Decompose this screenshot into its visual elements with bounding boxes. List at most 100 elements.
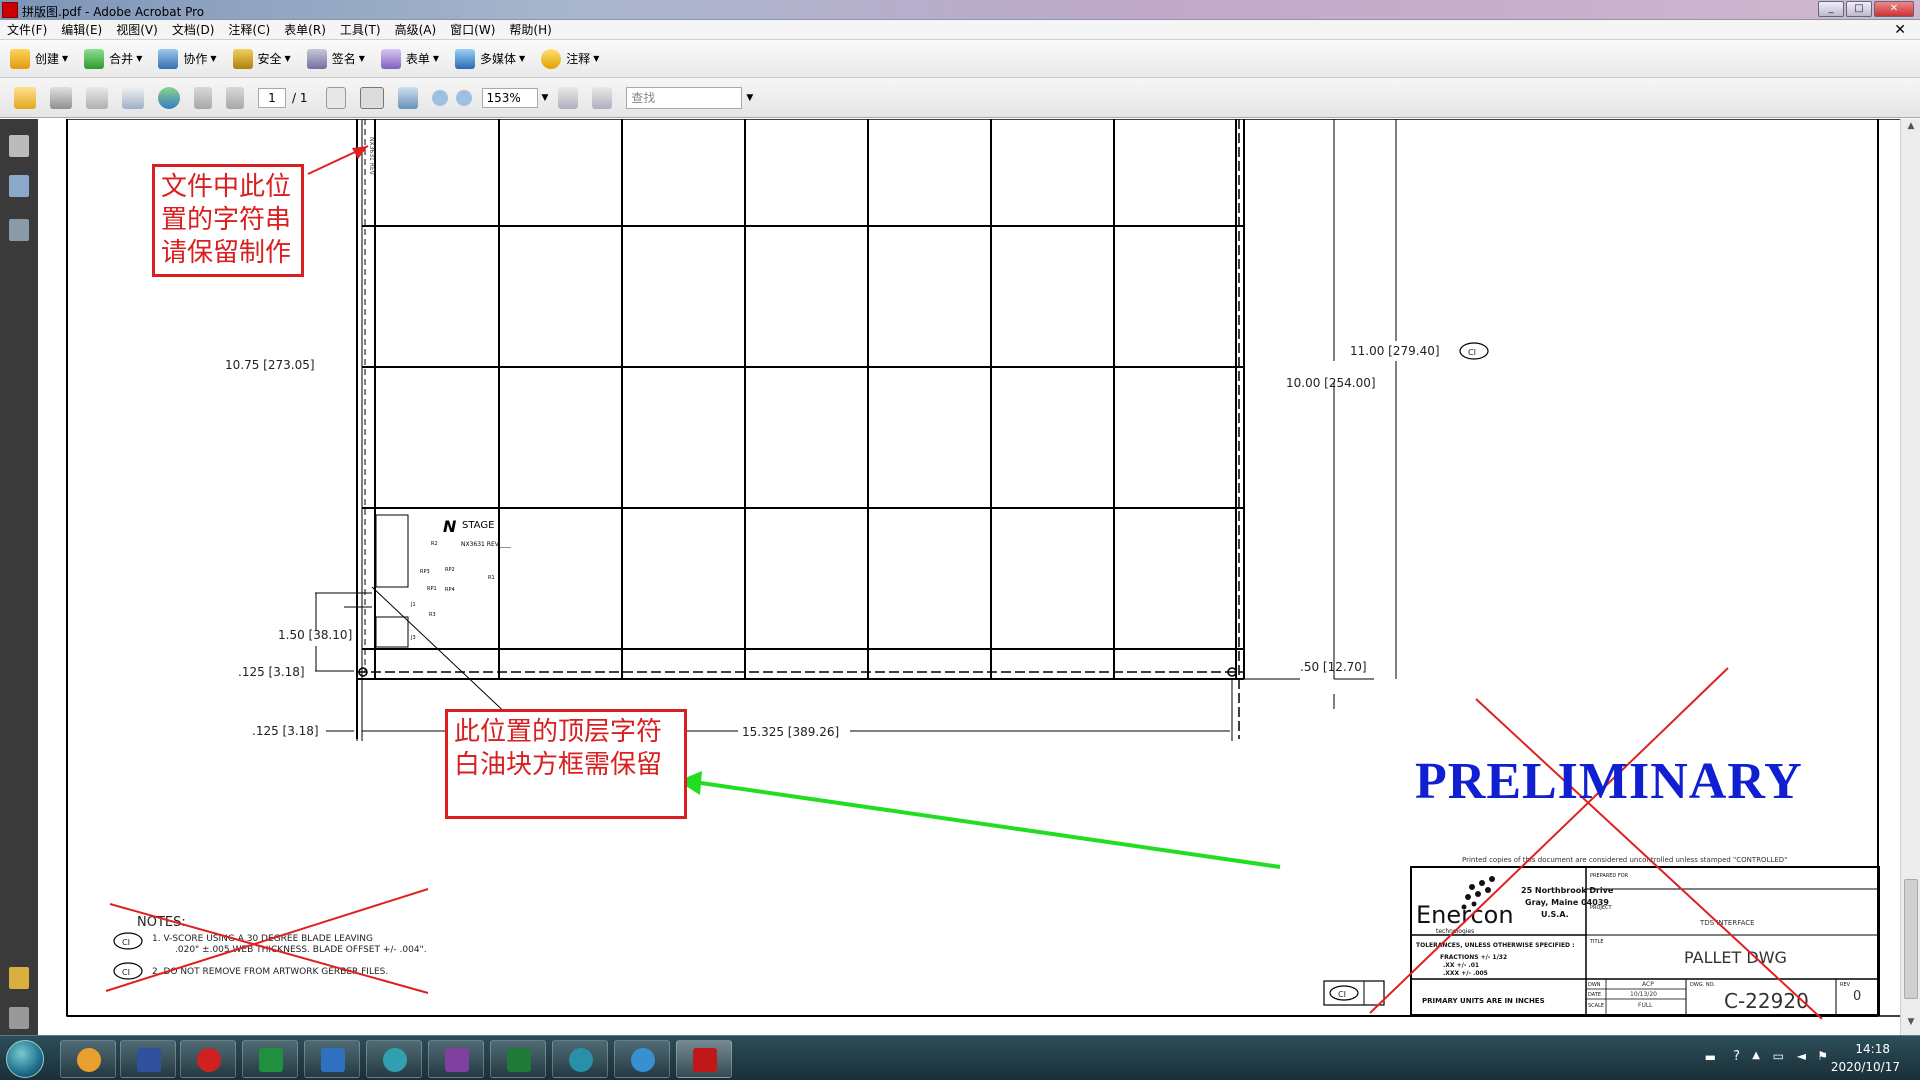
dim-125-b: .125 [3.18] <box>252 724 319 738</box>
previous-page-icon[interactable] <box>194 86 212 109</box>
comment-icon <box>541 48 562 69</box>
page-number-input[interactable]: 1 <box>258 87 286 108</box>
dim-width: 15.325 [389.26] <box>742 725 839 739</box>
hand-tool-icon[interactable] <box>359 86 384 109</box>
zoom-out-icon[interactable] <box>431 89 448 106</box>
fit-width-icon[interactable] <box>592 86 613 109</box>
tasks-toolbar: 创建 ▼ 合并 ▼ 协作 ▼ 安全 ▼ 签名 ▼ 表单 ▼ 多媒体 ▼ 注释 ▼ <box>0 40 1920 78</box>
globe-icon[interactable] <box>158 86 180 109</box>
document-close-icon[interactable]: ✕ <box>1894 22 1906 38</box>
menu-comments[interactable]: 注释(C) <box>221 21 277 38</box>
scroll-thumb[interactable] <box>1904 879 1918 999</box>
menu-window[interactable]: 窗口(W) <box>443 21 502 38</box>
menu-bar: 文件(F) 编辑(E) 视图(V) 文档(D) 注释(C) 表单(R) 工具(T… <box>0 20 1920 40</box>
task-bird-app[interactable] <box>614 1040 670 1078</box>
combine-button[interactable]: 合并 ▼ <box>84 45 142 73</box>
task-save-app[interactable] <box>120 1040 176 1078</box>
dim-right-outer-ci: CI <box>1468 348 1476 357</box>
comments-panel-icon[interactable] <box>9 967 29 989</box>
annotation-bottom: 此位置的顶层字符 白油块方框需保留 <box>445 709 687 819</box>
collaborate-button[interactable]: 协作 ▼ <box>158 45 217 73</box>
start-button[interactable] <box>6 1040 44 1078</box>
menu-file[interactable]: 文件(F) <box>0 21 54 38</box>
task-x-app[interactable] <box>428 1040 484 1078</box>
zoom-in-icon[interactable] <box>455 89 472 106</box>
menu-advanced[interactable]: 高级(A) <box>388 21 444 38</box>
lock-icon <box>232 48 253 69</box>
menu-edit[interactable]: 编辑(E) <box>54 21 109 38</box>
note1-line2: .020" ±.005 WEB THICKNESS. BLADE OFFSET … <box>175 945 427 955</box>
menu-view[interactable]: 视图(V) <box>109 21 165 38</box>
open-folder-icon[interactable] <box>14 86 36 109</box>
task-shell-app[interactable] <box>60 1040 116 1078</box>
forms-button[interactable]: 表单 ▼ <box>380 45 439 73</box>
svg-text:R2: R2 <box>431 541 438 547</box>
address-line3: U.S.A. <box>1541 910 1569 919</box>
tray-expand-icon[interactable]: ▲ <box>1752 1050 1760 1061</box>
find-dropdown-icon[interactable]: ▼ <box>746 93 753 103</box>
select-tool-icon[interactable] <box>325 86 346 109</box>
task-eye2-app[interactable] <box>552 1040 608 1078</box>
next-page-icon[interactable] <box>226 86 244 109</box>
scroll-up-icon[interactable]: ▲ <box>1904 121 1918 135</box>
annotation-top-line3: 请保留制作 <box>161 238 292 268</box>
tol-xxx: .XXX +/- .005 <box>1443 970 1488 977</box>
dwg-no-label: DWG. NO. <box>1690 982 1715 988</box>
secure-button[interactable]: 安全 ▼ <box>232 45 291 73</box>
signatures-panel-icon[interactable] <box>9 219 29 241</box>
fit-page-icon[interactable] <box>558 86 579 109</box>
navigation-toolbar: 1 / 1 153% ▼ 查找 ▼ <box>0 78 1920 118</box>
task-eye-app[interactable] <box>366 1040 422 1078</box>
multimedia-button[interactable]: 多媒体 ▼ <box>455 45 525 73</box>
menu-document[interactable]: 文档(D) <box>165 21 222 38</box>
sign-button[interactable]: 签名 ▼ <box>306 45 365 73</box>
zoom-tool-icon[interactable] <box>397 86 418 109</box>
tray-network-icon[interactable]: ▬ <box>1705 1050 1716 1064</box>
annotation-top-line1: 文件中此位 <box>161 172 292 202</box>
task-red-app[interactable] <box>180 1040 236 1078</box>
scroll-down-icon[interactable]: ▼ <box>1904 1017 1918 1031</box>
annotation-top: 文件中此位 置的字符串 请保留制作 <box>152 164 304 277</box>
bookmarks-panel-icon[interactable] <box>9 175 29 197</box>
dwn-value: ACP <box>1642 981 1654 988</box>
find-input[interactable]: 查找 <box>626 86 743 109</box>
print-icon[interactable] <box>50 86 72 109</box>
tol-fractions: FRACTIONS +/- 1/32 <box>1440 954 1507 961</box>
svg-text:R1: R1 <box>488 575 495 581</box>
email-icon[interactable] <box>122 86 144 109</box>
vertical-scrollbar[interactable]: ▲ ▼ <box>1900 119 1920 1035</box>
primary-units: PRIMARY UNITS ARE IN INCHES <box>1422 997 1545 1005</box>
save-icon[interactable] <box>86 86 108 109</box>
note1-ci: CI <box>122 938 130 947</box>
acrobat-icon <box>2 2 18 18</box>
task-notepad-app[interactable] <box>304 1040 360 1078</box>
document-view[interactable]: NX3631 REV N STAGE NX3631 REV____ R2 RP3 R… <box>38 118 1920 1035</box>
zoom-input[interactable]: 153% <box>481 87 538 108</box>
close-button[interactable]: ✕ <box>1874 1 1914 17</box>
tol-xx: .XX +/- .01 <box>1443 962 1479 969</box>
maximize-button[interactable]: □ <box>1846 1 1872 17</box>
tray-help-icon[interactable]: ? <box>1733 1049 1740 1064</box>
pages-panel-icon[interactable] <box>9 135 29 157</box>
tray-display-icon[interactable]: ▭ <box>1773 1049 1784 1063</box>
date-label: DATE <box>1588 992 1601 998</box>
tray-volume-icon[interactable]: ◄ <box>1797 1049 1806 1063</box>
dim-right-inner: 10.00 [254.00] <box>1286 376 1376 390</box>
task-green-app[interactable] <box>242 1040 298 1078</box>
menu-forms[interactable]: 表单(R) <box>277 21 333 38</box>
task-acrobat-app[interactable] <box>676 1040 732 1078</box>
dim-150: 1.50 [38.10] <box>278 628 352 642</box>
task-excel-app[interactable] <box>490 1040 546 1078</box>
zoom-dropdown-icon[interactable]: ▼ <box>542 93 549 103</box>
comment-button[interactable]: 注释 ▼ <box>541 45 599 73</box>
clock-time[interactable]: 14:18 <box>1855 1042 1890 1056</box>
clock-date[interactable]: 2020/10/17 <box>1831 1060 1900 1074</box>
menu-tools[interactable]: 工具(T) <box>333 21 388 38</box>
attachments-panel-icon[interactable] <box>9 1007 29 1029</box>
rev-value: 0 <box>1853 989 1861 1004</box>
tray-flag-icon[interactable]: ⚑ <box>1817 1049 1828 1063</box>
create-button[interactable]: 创建 ▼ <box>10 45 68 73</box>
minimize-button[interactable]: _ <box>1818 1 1844 17</box>
preliminary-stamp: PRELIMINARY <box>1415 753 1803 810</box>
menu-help[interactable]: 帮助(H) <box>502 21 558 38</box>
